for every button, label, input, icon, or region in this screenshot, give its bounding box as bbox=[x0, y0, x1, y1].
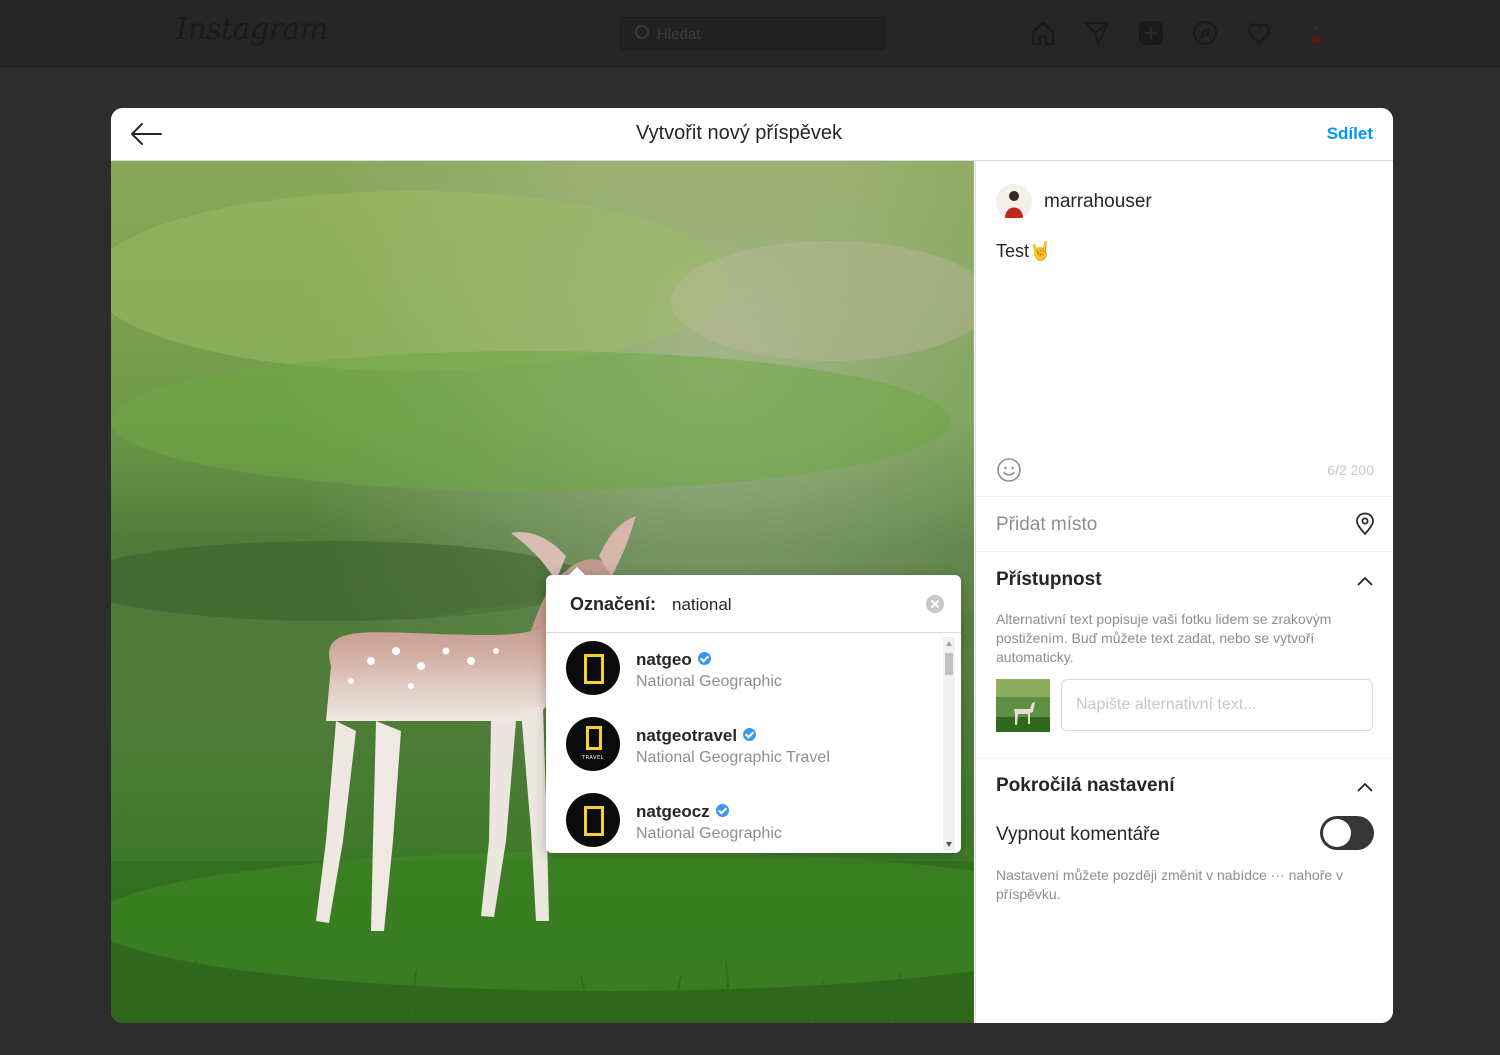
verified-badge-icon bbox=[697, 652, 711, 665]
direct-message-icon[interactable] bbox=[1083, 19, 1111, 47]
explore-icon[interactable] bbox=[1191, 19, 1219, 47]
result-username: natgeo bbox=[636, 650, 711, 670]
tag-result-natgeotravel[interactable]: TRAVEL natgeotravel National Geographic … bbox=[546, 709, 941, 785]
tag-result-natgeo[interactable]: natgeo National Geographic bbox=[546, 633, 941, 709]
clear-search-icon[interactable] bbox=[926, 595, 944, 613]
location-pin-icon[interactable] bbox=[1354, 512, 1376, 536]
divider bbox=[976, 496, 1393, 497]
tag-search-row: Označení: bbox=[546, 575, 961, 633]
share-button[interactable]: Sdílet bbox=[1327, 124, 1373, 144]
accessibility-description: Alternativní text popisuje vaši fotku li… bbox=[996, 611, 1332, 665]
scroll-thumb[interactable] bbox=[945, 653, 953, 675]
divider bbox=[976, 758, 1393, 759]
verified-badge-icon bbox=[743, 728, 757, 741]
natgeo-avatar bbox=[566, 641, 620, 695]
result-username: natgeotravel bbox=[636, 726, 757, 746]
tag-people-popup: Označení: natgeo National Geographic TRA… bbox=[546, 567, 961, 853]
travel-badge-text: TRAVEL bbox=[582, 755, 604, 761]
natgeo-logo-frame bbox=[584, 654, 604, 684]
result-full-name: National Geographic bbox=[636, 825, 782, 842]
username: marrahouser bbox=[1044, 191, 1152, 212]
natgeotravel-avatar: TRAVEL bbox=[566, 717, 620, 771]
natgeo-logo-frame bbox=[586, 726, 602, 750]
search-box[interactable] bbox=[620, 17, 885, 50]
natgeocz-avatar bbox=[566, 793, 620, 847]
result-username: natgeocz bbox=[636, 802, 729, 822]
search-input[interactable] bbox=[655, 22, 869, 46]
character-count: 6/2 200 bbox=[1327, 462, 1374, 478]
alt-text-field[interactable] bbox=[1061, 679, 1373, 731]
results-scrollbar[interactable] bbox=[943, 637, 955, 851]
add-location-field[interactable]: Přidat místo bbox=[996, 514, 1097, 536]
post-settings-panel: marrahouser Test🤘 6/2 200 Přidat místo P… bbox=[975, 161, 1393, 1023]
verified-badge-icon bbox=[715, 804, 729, 817]
advanced-settings-title[interactable]: Pokročilá nastavení bbox=[996, 775, 1174, 797]
new-post-icon[interactable] bbox=[1137, 19, 1165, 47]
top-navigation: Instagram bbox=[0, 0, 1500, 67]
create-post-modal: Vytvořit nový příspěvek Sdílet marrahous… bbox=[111, 108, 1393, 1023]
accessibility-section-title[interactable]: Přístupnost bbox=[996, 569, 1102, 591]
modal-header: Vytvořit nový příspěvek Sdílet bbox=[111, 108, 1393, 161]
modal-title: Vytvořit nový příspěvek bbox=[635, 122, 842, 144]
turn-off-comments-toggle[interactable] bbox=[1320, 816, 1374, 850]
profile-avatar-icon[interactable] bbox=[1302, 19, 1330, 47]
chevron-up-icon[interactable] bbox=[1356, 575, 1374, 587]
alt-text-thumbnail bbox=[996, 679, 1050, 732]
home-icon[interactable] bbox=[1029, 19, 1057, 47]
scroll-up-arrow-icon[interactable] bbox=[946, 641, 952, 646]
instagram-logo[interactable]: Instagram bbox=[176, 12, 328, 47]
alt-text-input[interactable] bbox=[1062, 680, 1368, 730]
tag-result-natgeocz[interactable]: natgeocz National Geographic bbox=[546, 785, 941, 853]
advanced-settings-note: Nastavení můžete později změnit v nabídc… bbox=[996, 867, 1344, 902]
result-full-name: National Geographic bbox=[636, 673, 782, 690]
caption-text[interactable]: Test🤘 bbox=[996, 241, 1051, 262]
toggle-knob bbox=[1323, 819, 1351, 847]
tag-search-input[interactable] bbox=[670, 592, 914, 618]
natgeo-logo-frame bbox=[584, 806, 604, 836]
tag-label: Označení: bbox=[570, 594, 657, 614]
emoji-picker-icon[interactable] bbox=[996, 457, 1022, 483]
tag-results-list: natgeo National Geographic TRAVEL natgeo… bbox=[546, 633, 961, 853]
chevron-up-icon[interactable] bbox=[1356, 781, 1374, 793]
result-full-name: National Geographic Travel bbox=[636, 749, 830, 766]
turn-off-comments-label: Vypnout komentáře bbox=[996, 824, 1161, 845]
user-avatar bbox=[996, 184, 1032, 220]
divider bbox=[976, 551, 1393, 552]
activity-heart-icon[interactable] bbox=[1245, 19, 1273, 47]
search-icon bbox=[635, 25, 649, 39]
scroll-down-arrow-icon[interactable] bbox=[946, 842, 952, 847]
